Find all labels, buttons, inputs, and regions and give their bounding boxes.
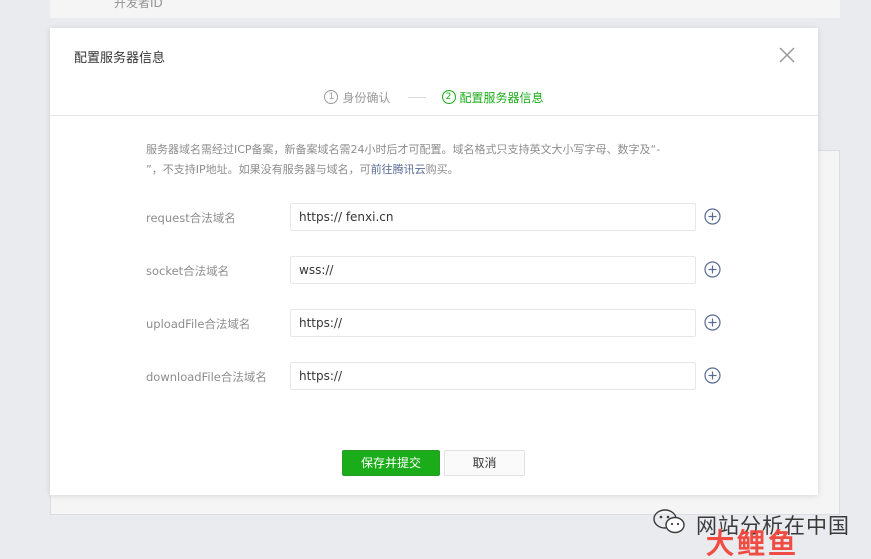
socket-domain-row: socket合法域名 xyxy=(146,256,746,284)
wechat-icon xyxy=(653,509,685,534)
step-label: 配置服务器信息 xyxy=(459,90,544,105)
configure-server-dialog: 配置服务器信息 1 身份确认 2 配置服务器信息 服务器域名需经过ICP备案，新… xyxy=(50,28,818,495)
domain-notice: 服务器域名需经过ICP备案，新备案域名需24小时后才可配置。域名格式只支持英文大… xyxy=(146,140,724,180)
step-configure-server: 2 配置服务器信息 xyxy=(441,89,544,106)
plus-circle-icon[interactable] xyxy=(704,314,721,331)
request-domain-input[interactable] xyxy=(290,203,696,231)
watermark-logo: 大鲤鱼 xyxy=(706,527,800,559)
notice-text-end: 购买。 xyxy=(425,163,459,176)
downloadfile-domain-label: downloadFile合法域名 xyxy=(146,370,267,384)
tencent-cloud-link[interactable]: 前往腾讯云 xyxy=(371,163,426,176)
step-identity-confirm: 1 身份确认 xyxy=(324,89,391,106)
plus-circle-icon[interactable] xyxy=(704,261,721,278)
step-separator xyxy=(407,96,426,98)
dialog-title: 配置服务器信息 xyxy=(74,51,166,66)
step-number: 1 xyxy=(324,90,339,104)
downloadfile-domain-row: downloadFile合法域名 xyxy=(146,362,746,390)
plus-circle-icon[interactable] xyxy=(704,208,721,225)
uploadfile-domain-input[interactable] xyxy=(290,309,696,337)
step-indicator: 1 身份确认 2 配置服务器信息 xyxy=(50,87,818,107)
save-and-submit-button[interactable]: 保存并提交 xyxy=(342,450,440,476)
downloadfile-domain-input[interactable] xyxy=(290,362,696,390)
uploadfile-domain-row: uploadFile合法域名 xyxy=(146,309,746,337)
socket-domain-label: socket合法域名 xyxy=(146,264,230,278)
watermark: 网站分析在中国 大鲤鱼 xyxy=(652,506,867,559)
socket-domain-input[interactable] xyxy=(290,256,696,284)
step-label: 身份确认 xyxy=(342,90,391,105)
request-domain-row: request合法域名 xyxy=(146,203,746,231)
header-divider xyxy=(50,115,818,116)
close-icon[interactable] xyxy=(778,46,796,64)
plus-circle-icon[interactable] xyxy=(704,367,721,384)
request-domain-label: request合法域名 xyxy=(146,211,236,225)
step-number: 2 xyxy=(441,90,456,104)
cancel-button[interactable]: 取消 xyxy=(444,450,525,476)
uploadfile-domain-label: uploadFile合法域名 xyxy=(146,317,251,331)
